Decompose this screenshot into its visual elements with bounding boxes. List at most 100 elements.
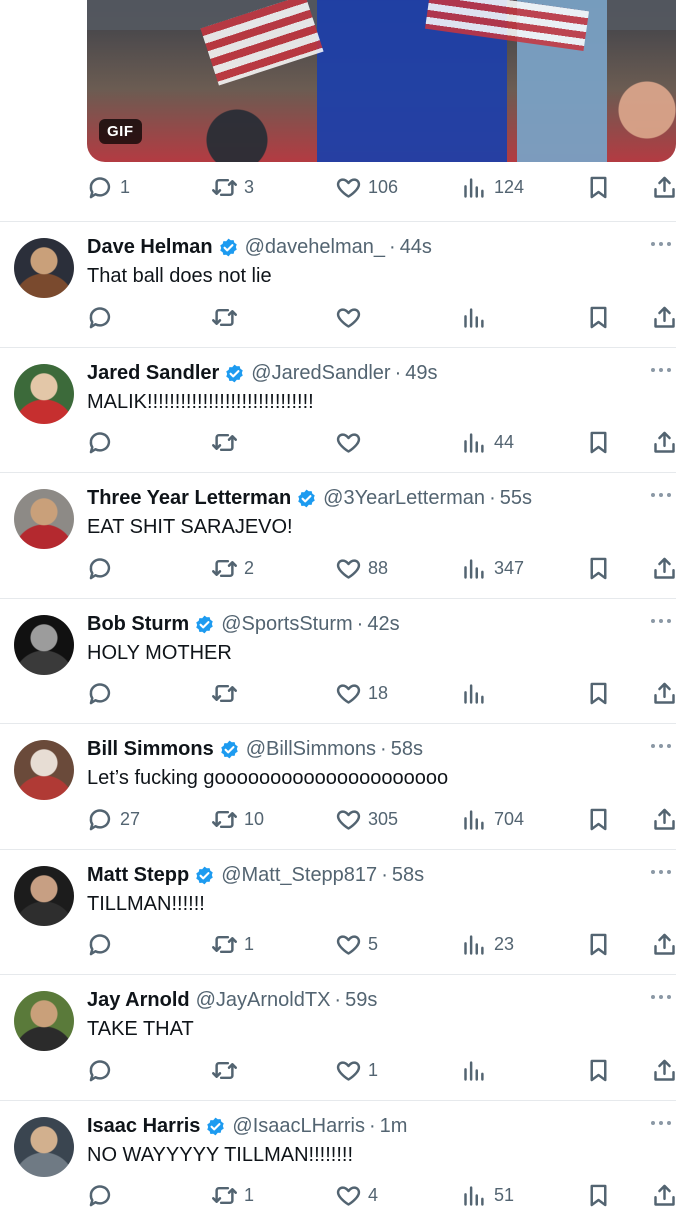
reply-button[interactable] (87, 1181, 120, 1211)
like-button[interactable]: 5 (335, 930, 378, 960)
bookmark-button[interactable] (585, 553, 612, 583)
more-options-icon[interactable] (650, 491, 672, 499)
like-button[interactable] (335, 428, 368, 458)
display-name[interactable]: Bill Simmons (87, 738, 214, 761)
avatar[interactable] (14, 489, 74, 549)
display-name[interactable]: Dave Helman (87, 236, 213, 259)
timestamp[interactable]: 58s (392, 864, 424, 887)
reply-button[interactable]: 1 (87, 172, 130, 202)
handle[interactable]: @BillSimmons (246, 738, 376, 761)
avatar[interactable] (14, 363, 74, 424)
share-button[interactable] (651, 930, 676, 960)
reply-button[interactable] (87, 302, 120, 332)
like-button[interactable]: 1 (335, 1055, 378, 1085)
views-button[interactable]: 347 (461, 553, 524, 583)
timestamp[interactable]: 49s (405, 362, 437, 385)
avatar[interactable] (14, 238, 74, 298)
like-button[interactable]: 18 (335, 679, 388, 709)
more-options-icon[interactable] (650, 993, 672, 1001)
avatar[interactable] (14, 1116, 74, 1177)
retweet-button[interactable]: 1 (211, 930, 254, 960)
bookmark-button[interactable] (585, 804, 612, 834)
handle[interactable]: @davehelman_ (245, 236, 385, 259)
avatar[interactable] (14, 614, 74, 675)
share-button[interactable] (651, 302, 676, 332)
retweet-button[interactable]: 3 (211, 172, 254, 202)
timestamp[interactable]: 42s (367, 613, 399, 636)
bookmark-button[interactable] (585, 302, 612, 332)
avatar[interactable] (14, 991, 74, 1051)
views-button[interactable] (461, 1055, 494, 1085)
handle[interactable]: @3YearLetterman (323, 487, 485, 510)
handle[interactable]: @IsaacLHarris (232, 1115, 365, 1138)
handle[interactable]: @JaredSandler (251, 362, 390, 385)
like-button[interactable]: 106 (335, 172, 398, 202)
tweet[interactable]: Jay Arnold @JayArnoldTX · 59s TAKE THAT 1 (0, 975, 676, 1100)
views-button[interactable] (461, 679, 494, 709)
tweet[interactable]: Bill Simmons @BillSimmons · 58s Let’s fuckin… (0, 724, 676, 849)
bookmark-button[interactable] (585, 1181, 612, 1211)
avatar[interactable] (14, 740, 74, 800)
views-button[interactable]: 51 (461, 1181, 514, 1211)
more-options-icon[interactable] (650, 868, 672, 876)
share-button[interactable] (651, 428, 676, 458)
views-button[interactable]: 124 (461, 172, 524, 202)
share-button[interactable] (651, 1055, 676, 1085)
more-options-icon[interactable] (650, 742, 672, 750)
display-name[interactable]: Three Year Letterman (87, 487, 291, 510)
more-options-icon[interactable] (650, 1119, 672, 1127)
tweet[interactable]: Dave Helman @davehelman_ · 44s That ball doe… (0, 222, 676, 347)
like-button[interactable]: 305 (335, 804, 398, 834)
display-name[interactable]: Jared Sandler (87, 362, 219, 385)
like-button[interactable] (335, 302, 368, 332)
reply-button[interactable] (87, 553, 120, 583)
views-button[interactable]: 704 (461, 804, 524, 834)
tweet-media-gif[interactable]: GIF (87, 0, 676, 162)
retweet-button[interactable] (211, 428, 244, 458)
display-name[interactable]: Jay Arnold (87, 989, 190, 1012)
bookmark-button[interactable] (585, 930, 612, 960)
retweet-button[interactable] (211, 1055, 244, 1085)
retweet-button[interactable]: 10 (211, 804, 264, 834)
more-options-icon[interactable] (650, 617, 672, 625)
display-name[interactable]: Isaac Harris (87, 1115, 200, 1138)
handle[interactable]: @Matt_Stepp817 (221, 864, 377, 887)
retweet-button[interactable]: 1 (211, 1181, 254, 1211)
bookmark-button[interactable] (585, 1055, 612, 1085)
reply-button[interactable] (87, 679, 120, 709)
display-name[interactable]: Matt Stepp (87, 864, 189, 887)
reply-button[interactable]: 27 (87, 804, 140, 834)
retweet-button[interactable] (211, 302, 244, 332)
timestamp[interactable]: 59s (345, 989, 377, 1012)
views-button[interactable]: 23 (461, 930, 514, 960)
share-button[interactable] (651, 553, 676, 583)
reply-button[interactable] (87, 1055, 120, 1085)
display-name[interactable]: Bob Sturm (87, 613, 189, 636)
share-button[interactable] (651, 679, 676, 709)
views-button[interactable] (461, 302, 494, 332)
bookmark-button[interactable] (585, 172, 612, 202)
more-options-icon[interactable] (650, 366, 672, 374)
views-button[interactable]: 44 (461, 428, 514, 458)
handle[interactable]: @SportsSturm (221, 613, 352, 636)
tweet[interactable]: Bob Sturm @SportsSturm · 42s HOLY MOTHER 18 (0, 599, 676, 724)
reply-button[interactable] (87, 428, 120, 458)
bookmark-button[interactable] (585, 428, 612, 458)
tweet[interactable]: Jared Sandler @JaredSandler · 49s MALIK!!!!!… (0, 348, 676, 473)
tweet[interactable]: Matt Stepp @Matt_Stepp817 · 58s TILLMAN!!!!!… (0, 850, 676, 975)
handle[interactable]: @JayArnoldTX (196, 989, 331, 1012)
timestamp[interactable]: 1m (380, 1115, 408, 1138)
tweet[interactable]: Isaac Harris @IsaacLHarris · 1m NO WAYYYYY T… (0, 1101, 676, 1226)
like-button[interactable]: 4 (335, 1181, 378, 1211)
timestamp[interactable]: 58s (391, 738, 423, 761)
retweet-button[interactable] (211, 679, 244, 709)
retweet-button[interactable]: 2 (211, 553, 254, 583)
more-options-icon[interactable] (650, 240, 672, 248)
share-button[interactable] (651, 1181, 676, 1211)
like-button[interactable]: 88 (335, 553, 388, 583)
avatar[interactable] (14, 865, 74, 926)
tweet[interactable]: Three Year Letterman @3YearLetterman · 55s E… (0, 473, 676, 598)
timestamp[interactable]: 55s (500, 487, 532, 510)
share-button[interactable] (651, 804, 676, 834)
share-button[interactable] (651, 172, 676, 202)
